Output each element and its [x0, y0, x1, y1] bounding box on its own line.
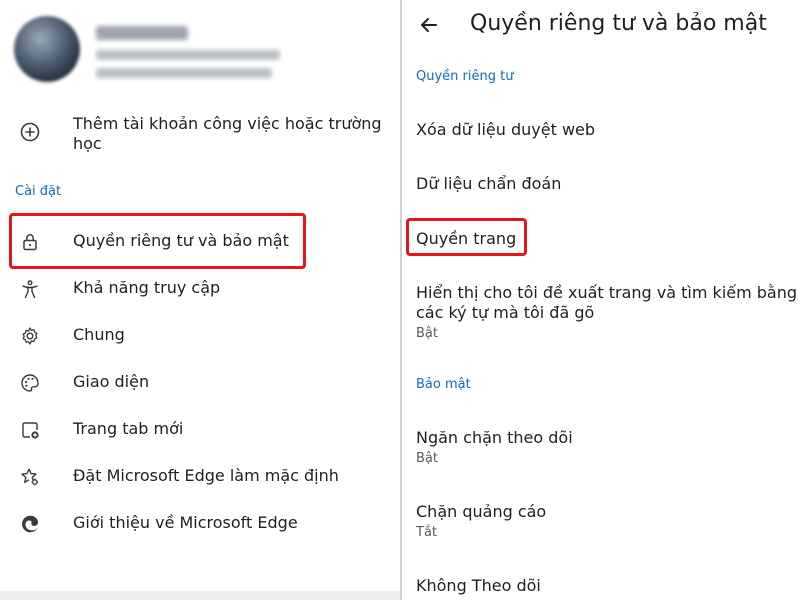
menu-item-general[interactable]: Chung: [0, 322, 400, 350]
add-account-label-line2: học: [73, 134, 102, 153]
menu-item-new-tab-page[interactable]: Trang tab mới: [0, 416, 400, 444]
add-circle-icon: [19, 121, 41, 143]
menu-item-label: Chung: [73, 325, 125, 344]
security-section-header: Bảo mật: [416, 377, 471, 392]
profile-name-blurred: [96, 26, 188, 40]
bottom-navigation-strip: [0, 591, 400, 600]
do-not-track-item[interactable]: Không Theo dõi: [416, 575, 541, 596]
menu-item-label: Khả năng truy cập: [73, 278, 221, 297]
highlight-site-permissions: [406, 218, 527, 256]
menu-item-label: Đặt Microsoft Edge làm mặc định: [73, 466, 339, 485]
menu-item-label: Trang tab mới: [73, 419, 184, 438]
tracking-prevention-item[interactable]: Ngăn chặn theo dõi: [416, 427, 573, 448]
highlight-privacy-menu-item: [9, 213, 306, 269]
add-account-label: Thêm tài khoản công việc hoặc trường: [73, 114, 382, 133]
page-title: Quyền riêng tư và bảo mật: [470, 11, 767, 36]
profile-email-blurred: [96, 50, 280, 60]
accessibility-icon: [19, 278, 41, 300]
settings-section-header: Cài đặt: [15, 184, 62, 199]
back-arrow-icon: [421, 18, 437, 32]
menu-item-label: Giới thiệu về Microsoft Edge: [73, 513, 298, 532]
gear-icon: [19, 325, 41, 347]
menu-item-set-default[interactable]: Đặt Microsoft Edge làm mặc định: [0, 463, 400, 491]
privacy-section-header: Quyền riêng tư: [416, 69, 514, 84]
star-settings-icon: [19, 466, 41, 488]
block-ads-item[interactable]: Chặn quảng cáo: [416, 501, 546, 522]
screenshot-frame: Thêm tài khoản công việc hoặc trường học…: [0, 0, 800, 600]
profile-avatar[interactable]: [14, 16, 80, 82]
clear-browsing-data-item[interactable]: Xóa dữ liệu duyệt web: [416, 119, 595, 140]
add-account-row[interactable]: Thêm tài khoản công việc hoặc trường học: [0, 112, 400, 156]
search-suggestions-item[interactable]: Hiển thị cho tôi đề xuất trang và tìm ki…: [416, 282, 797, 303]
back-button[interactable]: [416, 12, 442, 38]
palette-icon: [19, 372, 41, 394]
profile-email-blurred-2: [96, 68, 272, 78]
tracking-prevention-status: Bật: [416, 451, 438, 466]
search-suggestions-item-line2: các ký tự mà tôi đã gõ: [416, 303, 595, 322]
menu-item-appearance[interactable]: Giao diện: [0, 369, 400, 397]
search-suggestions-status: Bật: [416, 326, 438, 341]
menu-item-about-edge[interactable]: Giới thiệu về Microsoft Edge: [0, 510, 400, 538]
privacy-security-pane: Quyền riêng tư và bảo mật Quyền riêng tư…: [402, 0, 800, 600]
settings-menu-pane: Thêm tài khoản công việc hoặc trường học…: [0, 0, 400, 600]
new-tab-icon: [19, 419, 41, 441]
edge-logo-icon: [19, 513, 41, 535]
menu-item-accessibility[interactable]: Khả năng truy cập: [0, 275, 400, 303]
menu-item-label: Giao diện: [73, 372, 150, 391]
block-ads-status: Tắt: [416, 525, 438, 540]
diagnostic-data-item[interactable]: Dữ liệu chẩn đoán: [416, 173, 561, 194]
